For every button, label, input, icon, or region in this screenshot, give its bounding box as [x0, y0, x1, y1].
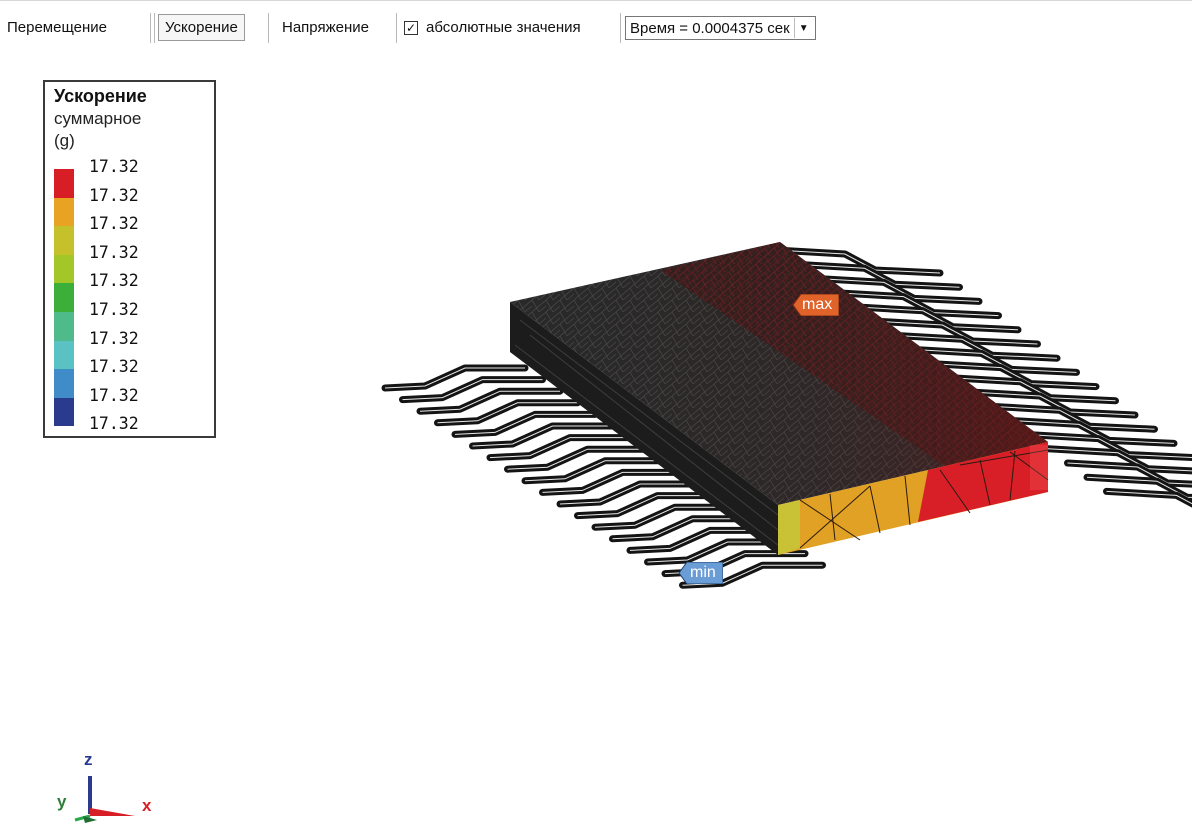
body-front-corner: [778, 500, 800, 555]
pin-lead: [1107, 491, 1192, 514]
max-marker-label: max: [802, 294, 832, 316]
axis-triad-icon: [55, 748, 175, 823]
axis-triad: z y x: [55, 748, 175, 823]
axis-z-label: z: [84, 750, 93, 770]
axis-x-label: x: [142, 796, 151, 816]
body-front-edge-highlight: [1030, 445, 1048, 490]
axis-y-label: y: [57, 792, 66, 812]
model-viewport[interactable]: max min: [0, 0, 1192, 823]
max-marker: max: [793, 294, 839, 316]
min-marker: min: [679, 562, 723, 584]
min-marker-label: min: [690, 562, 716, 584]
fem-model[interactable]: [0, 0, 1192, 823]
